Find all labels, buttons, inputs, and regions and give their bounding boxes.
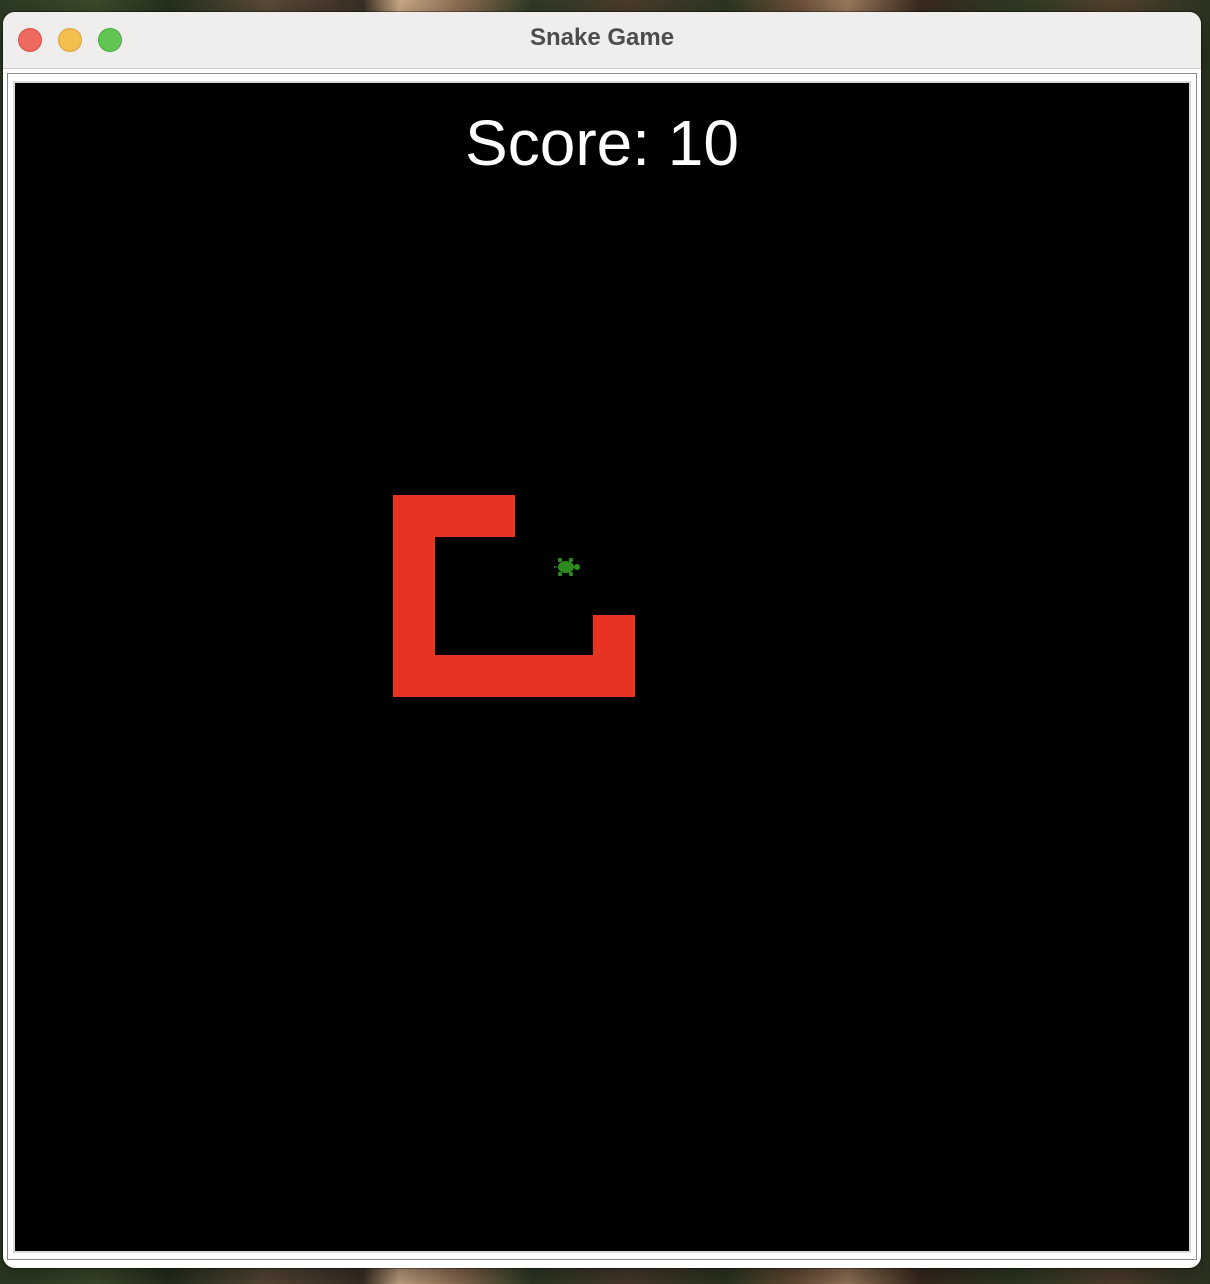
canvas-frame: Score: 10 <box>7 73 1197 1260</box>
score-display: Score: 10 <box>465 107 739 179</box>
game-canvas[interactable]: Score: 10 <box>13 81 1191 1253</box>
window-title: Snake Game <box>529 24 675 51</box>
snake-segment <box>593 615 635 697</box>
turtle-icon <box>554 558 580 576</box>
title-bar[interactable]: Snake Game <box>3 12 1201 69</box>
app-window: Snake Game Score: 10 <box>3 12 1201 1268</box>
